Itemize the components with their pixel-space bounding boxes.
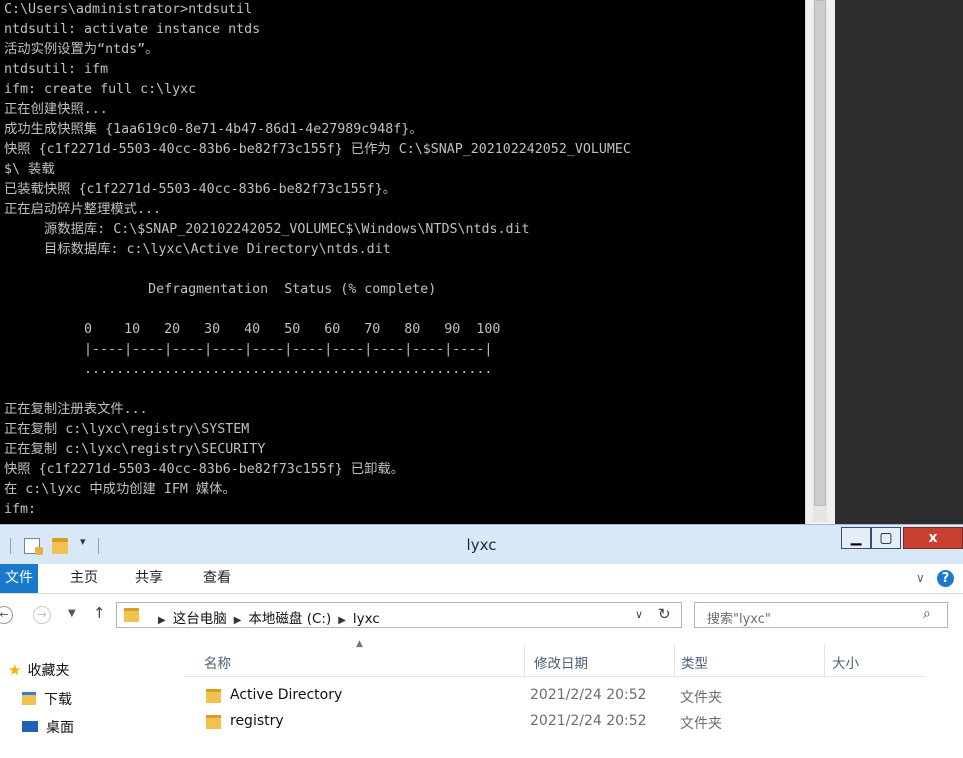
- console-line: 快照 {c1f2271d-5503-40cc-83b6-be82f73c155f…: [4, 462, 404, 477]
- console-line: 源数据库: C:\$SNAP_202102242052_VOLUMEC$\Win…: [4, 222, 530, 237]
- console-window[interactable]: C:\Users\administrator>ntdsutil ntdsutil…: [0, 0, 805, 524]
- scrollbar-thumb[interactable]: [814, 0, 826, 506]
- up-icon[interactable]: ↑: [93, 604, 106, 622]
- breadcrumb-chevron-icon[interactable]: ▶: [158, 615, 166, 626]
- file-name: registry: [230, 713, 284, 729]
- breadcrumb-this-pc[interactable]: 这台电脑: [173, 611, 227, 627]
- nav-item-label: 下载: [44, 692, 72, 708]
- breadcrumb-chevron-icon[interactable]: ▶: [338, 615, 346, 626]
- console-line: $\ 装载: [4, 162, 55, 177]
- console-line: 在 c:\lyxc 中成功创建 IFM 媒体。: [4, 482, 236, 497]
- address-bar[interactable]: ▶ 这台电脑 ▶ 本地磁盘 (C:) ▶ lyxc ∨ ↻: [116, 602, 682, 628]
- title-bar[interactable]: ▾ lyxc ▁ ▢ x: [0, 524, 963, 564]
- search-icon[interactable]: ⌕: [923, 606, 931, 622]
- file-name: Active Directory: [230, 687, 343, 703]
- column-divider[interactable]: [824, 644, 825, 676]
- console-output: C:\Users\administrator>ntdsutil ntdsutil…: [4, 0, 631, 520]
- minimize-button[interactable]: ▁: [841, 527, 871, 549]
- console-line: 成功生成快照集 {1aa619c0-8e71-4b47-86d1-4e27989…: [4, 122, 423, 137]
- help-icon[interactable]: ?: [937, 570, 954, 587]
- console-line: C:\Users\administrator>ntdsutil: [4, 2, 253, 17]
- close-button[interactable]: x: [903, 527, 963, 549]
- column-divider[interactable]: [674, 644, 675, 676]
- column-name[interactable]: 名称: [204, 652, 231, 672]
- refresh-icon[interactable]: ↻: [658, 605, 671, 623]
- expand-ribbon-icon[interactable]: ∨: [916, 571, 925, 585]
- console-line: ifm: create full c:\lyxc: [4, 82, 197, 97]
- console-line: 正在复制注册表文件...: [4, 402, 148, 417]
- tab-home[interactable]: 主页: [70, 564, 98, 593]
- console-line: 正在复制 c:\lyxc\registry\SECURITY: [4, 442, 266, 457]
- folder-icon: [124, 608, 139, 622]
- file-list: ▲ 名称 修改日期 类型 大小 Active Directory 2021/2/…: [180, 639, 963, 758]
- navigation-pane: ★ 收藏夹 下载 桌面: [0, 644, 180, 758]
- star-icon: ★: [8, 661, 22, 679]
- console-line: ntdsutil: ifm: [4, 62, 109, 77]
- console-line: Defragmentation Status (% complete): [4, 282, 437, 297]
- nav-item-desktop[interactable]: 桌面: [22, 717, 74, 737]
- console-line: 正在复制 c:\lyxc\registry\SYSTEM: [4, 422, 250, 437]
- tab-file[interactable]: 文件: [0, 564, 38, 593]
- breadcrumb-chevron-icon[interactable]: ▶: [234, 615, 242, 626]
- folder-icon: [206, 689, 221, 703]
- back-icon[interactable]: ←: [0, 606, 13, 624]
- tab-share[interactable]: 共享: [135, 564, 163, 593]
- tab-view[interactable]: 查看: [203, 564, 231, 593]
- console-scrollbar[interactable]: [805, 0, 835, 524]
- sort-ascending-icon: ▲: [356, 639, 363, 649]
- forward-icon[interactable]: →: [33, 606, 51, 624]
- folder-icon: [206, 715, 221, 729]
- column-size[interactable]: 大小: [832, 652, 859, 672]
- console-line: 正在创建快照...: [4, 102, 108, 117]
- console-line: ........................................…: [4, 362, 493, 377]
- console-line: 正在启动碎片整理模式...: [4, 202, 161, 217]
- nav-item-label: 收藏夹: [27, 663, 70, 679]
- file-row[interactable]: Active Directory 2021/2/24 20:52 文件夹: [204, 684, 724, 708]
- recent-locations-icon[interactable]: ▼: [68, 608, 76, 619]
- console-line: 已装载快照 {c1f2271d-5503-40cc-83b6-be82f73c1…: [4, 182, 396, 197]
- breadcrumb[interactable]: ▶ 这台电脑 ▶ 本地磁盘 (C:) ▶ lyxc: [151, 607, 380, 627]
- file-modified: 2021/2/24 20:52: [530, 687, 647, 703]
- console-line: ntdsutil: activate instance ntds: [4, 22, 261, 37]
- console-line: |----|----|----|----|----|----|----|----…: [4, 342, 493, 357]
- ribbon-tabs: 文件 主页 共享 查看 ∨ ?: [0, 564, 963, 594]
- nav-item-downloads[interactable]: 下载: [22, 689, 72, 709]
- address-dropdown-icon[interactable]: ∨: [635, 608, 643, 621]
- navigation-bar: ← → ▼ ↑ ▶ 这台电脑 ▶ 本地磁盘 (C:) ▶ lyxc ∨ ↻ 搜索"lyxc…: [0, 594, 963, 644]
- console-line: ifm:: [4, 502, 37, 517]
- file-type: 文件夹: [680, 690, 722, 706]
- column-modified[interactable]: 修改日期: [534, 652, 588, 672]
- console-line: 0 10 20 30 40 50 60 70 80 90 100: [4, 322, 501, 337]
- desktop-background: [835, 0, 963, 524]
- search-input[interactable]: 搜索"lyxc" ⌕: [694, 602, 948, 628]
- file-type: 文件夹: [680, 716, 722, 732]
- column-header: ▲ 名称 修改日期 类型 大小: [184, 639, 924, 677]
- file-modified: 2021/2/24 20:52: [530, 713, 647, 729]
- search-placeholder: 搜索"lyxc": [707, 612, 771, 627]
- breadcrumb-local-disk[interactable]: 本地磁盘 (C:): [248, 611, 331, 627]
- file-row[interactable]: registry 2021/2/24 20:52 文件夹: [204, 710, 724, 734]
- window-title: lyxc: [466, 536, 497, 554]
- column-type[interactable]: 类型: [681, 652, 708, 672]
- desktop-icon: [22, 721, 38, 732]
- console-line: 目标数据库: c:\lyxc\Active Directory\ntds.dit: [4, 242, 391, 257]
- nav-item-favorites[interactable]: ★ 收藏夹: [8, 660, 69, 680]
- maximize-button[interactable]: ▢: [871, 527, 901, 549]
- nav-item-label: 桌面: [46, 720, 74, 736]
- downloads-folder-icon: [22, 692, 36, 705]
- explorer-window: ▾ lyxc ▁ ▢ x 文件 主页 共享 查看 ∨ ? ← → ▼ ↑ ▶ 这台…: [0, 524, 963, 758]
- console-line: 快照 {c1f2271d-5503-40cc-83b6-be82f73c155f…: [4, 142, 631, 157]
- breadcrumb-lyxc[interactable]: lyxc: [353, 611, 380, 627]
- console-line: 活动实例设置为“ntds”。: [4, 42, 159, 57]
- column-divider[interactable]: [524, 644, 525, 676]
